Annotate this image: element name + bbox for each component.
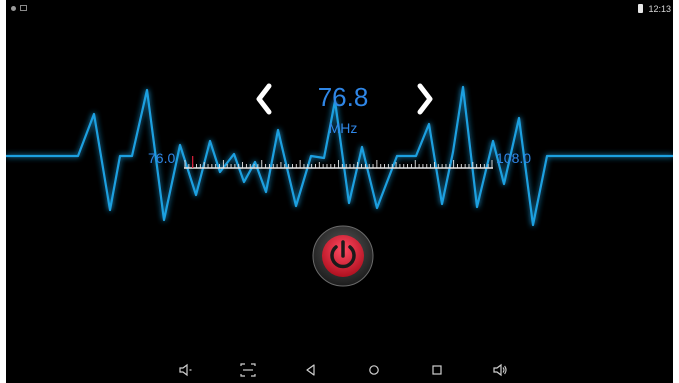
scale-min-label: 76.0 [148, 150, 176, 166]
power-button[interactable] [312, 225, 374, 287]
next-frequency-button[interactable] [413, 82, 437, 116]
waveform-graphic [6, 85, 673, 227]
home-icon[interactable] [366, 362, 382, 378]
frequency-unit: MHz [328, 120, 358, 136]
power-icon [312, 225, 374, 287]
chevron-right-icon [417, 83, 433, 115]
frequency-scale[interactable] [184, 156, 493, 172]
chevron-left-icon [256, 83, 272, 115]
back-icon[interactable] [303, 362, 319, 378]
recents-icon[interactable] [429, 362, 445, 378]
navigation-bar [6, 358, 673, 383]
volume-up-icon[interactable] [492, 362, 508, 378]
frequency-value: 76.8 [317, 82, 369, 112]
screenshot-icon[interactable] [240, 362, 256, 378]
prev-frequency-button[interactable] [252, 82, 276, 116]
radio-screen: 12:13 76.8 MHz 76.0 108.0 [6, 0, 673, 383]
scale-max-label: 108.0 [496, 150, 532, 166]
volume-down-icon[interactable] [178, 362, 194, 378]
